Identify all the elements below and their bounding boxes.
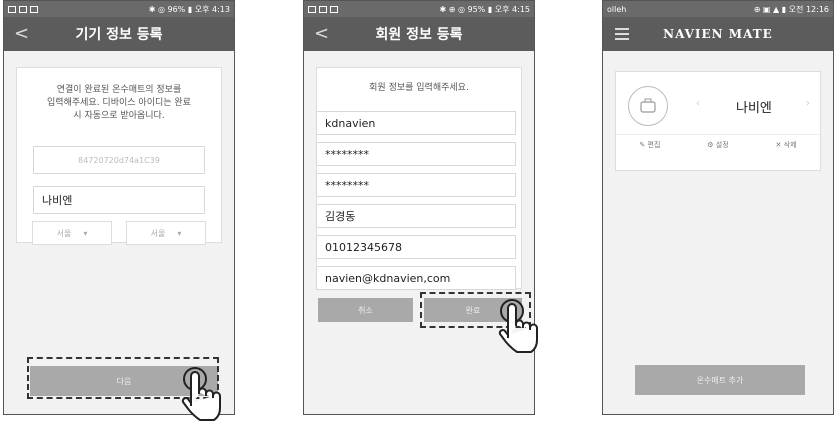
email-input[interactable]: navien@kdnavien,com: [316, 266, 516, 290]
app-bar: < 회원 정보 등록: [304, 17, 534, 51]
device-name-input[interactable]: 나비엔: [33, 186, 205, 214]
device-card[interactable]: ‹ 나비엔 › ✎ 편집 ⚙ 설정 ✕ 삭제: [615, 71, 821, 171]
app-bar: NAVIEN MATE: [603, 17, 833, 51]
device-actions: ✎ 편집 ⚙ 설정 ✕ 삭제: [616, 140, 820, 150]
chevron-down-icon: ▾: [83, 228, 88, 238]
status-right: ✱ ⊕ ◎ 95% ▮ 오후 4:15: [439, 4, 530, 14]
chevron-right-icon[interactable]: ›: [806, 98, 810, 109]
chevron-left-icon[interactable]: ‹: [696, 98, 700, 109]
app-bar: < 기기 정보 등록: [4, 17, 234, 51]
device-name: 나비엔: [736, 101, 772, 116]
cancel-button[interactable]: 취소: [318, 298, 413, 322]
screen-device-list: olleh ⊕ ▣ ▲ ▮ 오전 12:16 NAVIEN MATE ‹ 나비엔…: [602, 0, 834, 415]
password-input[interactable]: ********: [316, 142, 516, 166]
tap-hand-icon: [498, 299, 538, 353]
instruction-text: 회원 정보를 입력해주세요.: [369, 83, 469, 93]
device-info-form: 연결이 완료된 온수매트의 정보를 입력해주세요. 디바이스 아이디는 완료 시…: [16, 67, 222, 243]
settings-action[interactable]: ⚙ 설정: [707, 140, 728, 150]
back-arrow-icon[interactable]: <: [314, 23, 329, 44]
status-bar: ✱ ◎ 96% ▮ 오후 4:13: [4, 1, 234, 17]
user-id-input[interactable]: kdnavien: [316, 111, 516, 135]
hamburger-menu-icon[interactable]: [615, 28, 629, 43]
page-title: 기기 정보 등록: [75, 27, 163, 43]
screen-device-registration: ✱ ◎ 96% ▮ 오후 4:13 < 기기 정보 등록 연결이 완료된 온수매…: [3, 0, 235, 415]
edit-action[interactable]: ✎ 편집: [639, 140, 660, 150]
app-logo: NAVIEN MATE: [663, 27, 773, 41]
password-confirm-input[interactable]: ********: [316, 173, 516, 197]
chevron-down-icon: ▾: [177, 228, 182, 238]
status-left: olleh: [607, 4, 627, 14]
device-id-field: 84720720d74a1C39: [33, 146, 205, 174]
status-right: ⊕ ▣ ▲ ▮ 오전 12:16: [753, 4, 829, 14]
mat-icon: [640, 98, 656, 113]
add-mat-button[interactable]: 온수매트 추가: [635, 365, 805, 395]
delete-action[interactable]: ✕ 삭제: [776, 140, 797, 150]
region-select-2[interactable]: 서울 ▾: [126, 221, 206, 245]
instruction-text: 연결이 완료된 온수매트의 정보를 입력해주세요. 디바이스 아이디는 완료 시…: [47, 85, 191, 121]
pencil-icon: ✎: [639, 141, 646, 149]
page-title: 회원 정보 등록: [375, 27, 463, 43]
status-icons-left: [8, 5, 38, 13]
gear-icon: ⚙: [707, 141, 714, 149]
status-icons-left: [308, 5, 338, 13]
close-icon: ✕: [775, 141, 782, 149]
phone-input[interactable]: 01012345678: [316, 235, 516, 259]
back-arrow-icon[interactable]: <: [14, 23, 29, 44]
region-select-1[interactable]: 서울 ▾: [32, 221, 112, 245]
device-avatar: [628, 86, 668, 126]
status-bar: olleh ⊕ ▣ ▲ ▮ 오전 12:16: [603, 1, 833, 17]
name-input[interactable]: 김경동: [316, 204, 516, 228]
status-bar: ✱ ⊕ ◎ 95% ▮ 오후 4:15: [304, 1, 534, 17]
status-right: ✱ ◎ 96% ▮ 오후 4:13: [148, 4, 230, 14]
region-selects: 서울 ▾ 서울 ▾: [32, 221, 206, 245]
tap-hand-icon: [181, 367, 221, 421]
